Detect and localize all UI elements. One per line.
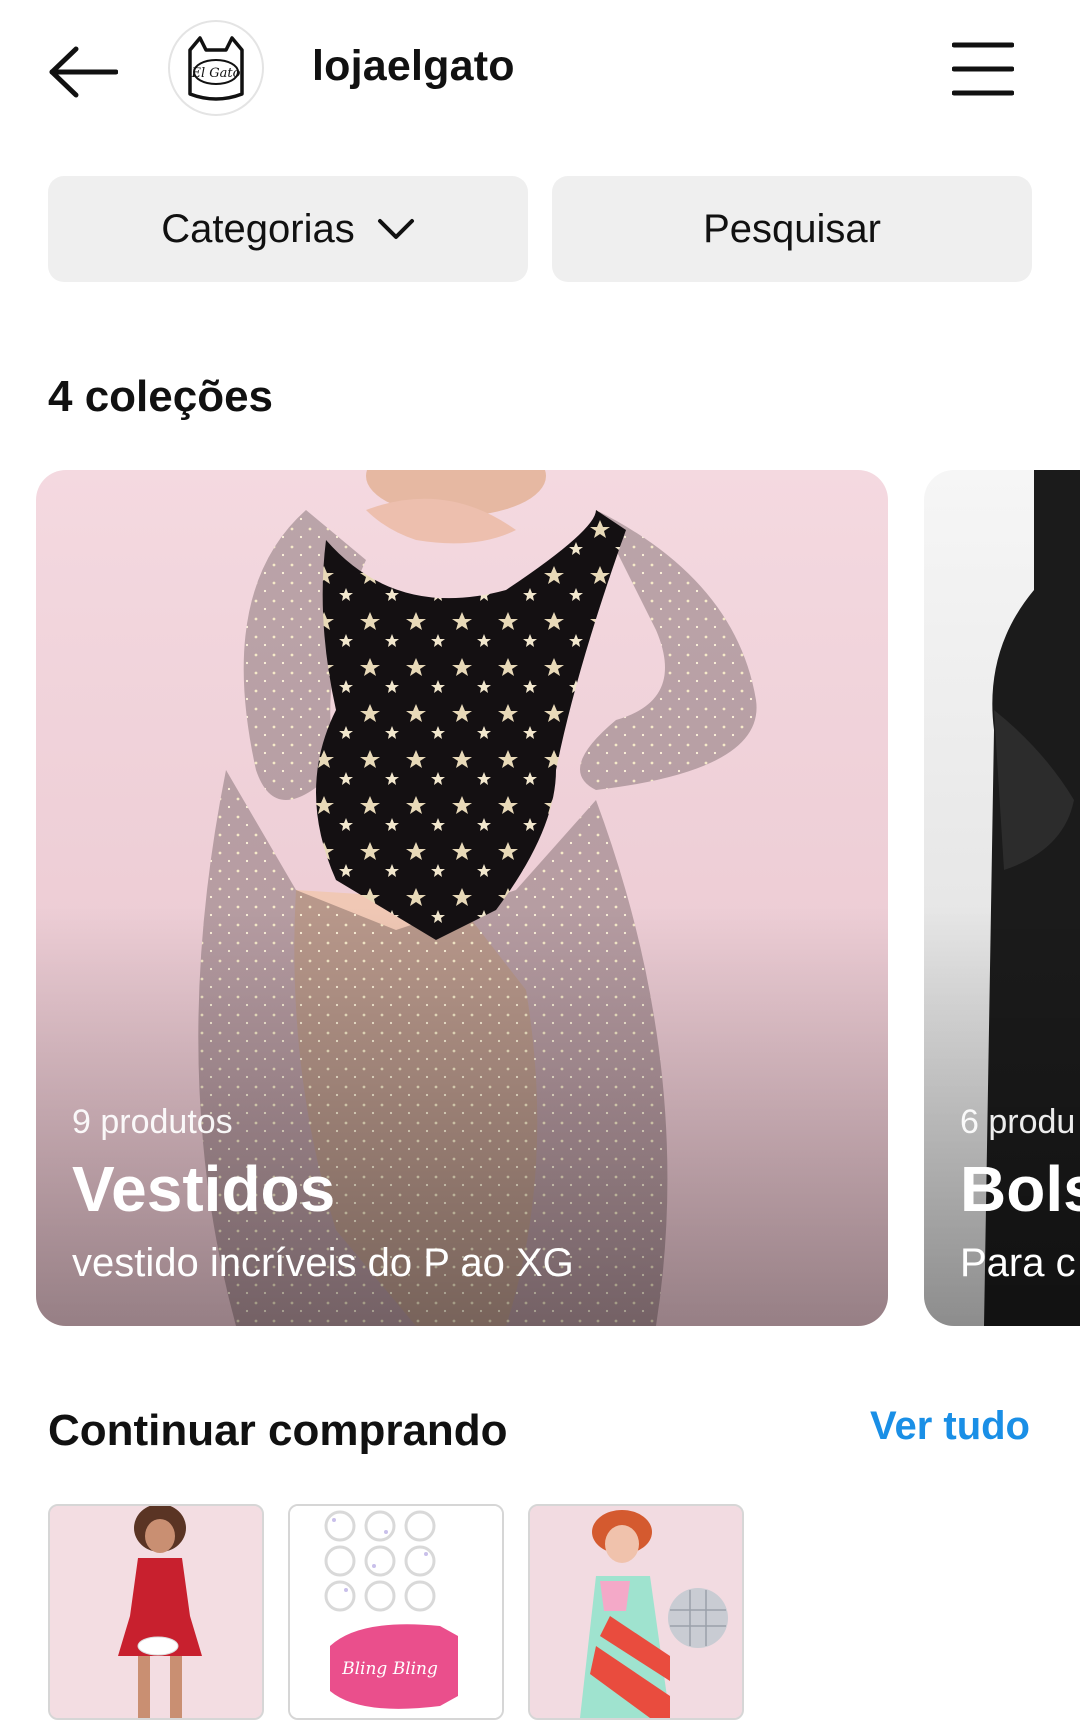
bling-bling-logo: Bling Bling [341,1659,438,1679]
product-image-red-dress [50,1506,262,1718]
continue-shopping-heading: Continuar comprando [48,1406,508,1455]
product-thumbnail[interactable] [48,1504,264,1720]
continue-shopping-list: Bling Bling [48,1504,744,1720]
collection-description: Para c [960,1241,1076,1285]
categories-dropdown[interactable]: Categorias [48,176,528,282]
product-thumbnail[interactable] [528,1504,744,1720]
product-thumbnail[interactable]: Bling Bling [288,1504,504,1720]
svg-text:El Gato: El Gato [191,66,241,81]
collections-carousel[interactable]: 9 produtos Vestidos vestido incríveis do… [0,470,1080,1326]
categories-label: Categorias [161,206,355,251]
product-image-disco-dress [530,1506,742,1718]
collection-product-count: 9 produtos [72,1102,233,1141]
back-button[interactable] [46,40,120,104]
avatar[interactable]: El Gato [168,20,264,116]
search-button[interactable]: Pesquisar [552,176,1032,282]
collection-title: Vestidos [72,1152,336,1225]
collection-card-text: 6 produ Bols Para c [960,1103,1080,1286]
collection-card-bolsas[interactable]: 6 produ Bols Para c [924,470,1080,1326]
hamburger-menu-icon [952,42,1014,96]
collections-heading: 4 coleções [48,372,274,421]
collection-card-vestidos[interactable]: 9 produtos Vestidos vestido incríveis do… [36,470,888,1326]
profile-username[interactable]: lojaelgato [312,42,515,91]
cat-logo-icon: El Gato [188,36,244,101]
filter-row: Categorias Pesquisar [48,176,1032,282]
see-all-link[interactable]: Ver tudo [870,1404,1030,1449]
chevron-down-icon [377,219,414,239]
collection-description: vestido incríveis do P ao XG [72,1241,574,1285]
collection-title: Bols [960,1152,1080,1225]
collection-product-count: 6 produ [960,1102,1076,1141]
menu-button[interactable] [950,38,1016,100]
arrow-left-icon [49,46,118,98]
profile-header: El Gato lojaelgato [0,0,1080,150]
product-image-bling-bling: Bling Bling [290,1506,502,1718]
collection-card-text: 9 produtos Vestidos vestido incríveis do… [72,1103,574,1286]
search-label: Pesquisar [703,206,881,251]
